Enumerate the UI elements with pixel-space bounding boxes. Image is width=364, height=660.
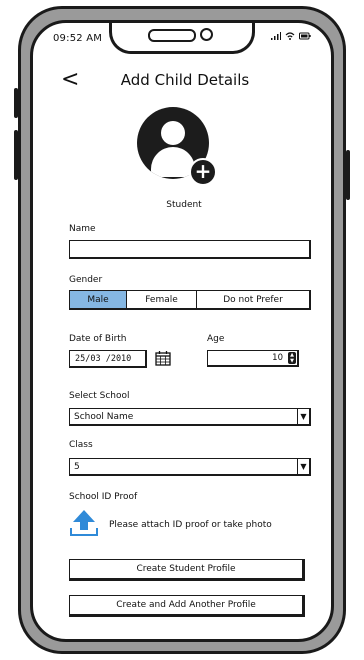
add-photo-icon[interactable]: + <box>189 158 217 186</box>
school-label: Select School <box>69 391 130 401</box>
dob-value: 25/03 /2010 <box>75 353 132 364</box>
age-label: Age <box>207 334 225 344</box>
create-and-add-another-button[interactable]: Create and Add Another Profile <box>69 595 305 617</box>
upload-icon[interactable] <box>69 508 99 538</box>
status-time: 09:52 AM <box>53 33 103 44</box>
side-button-right <box>346 150 350 200</box>
phone-screen: 09:52 AM < Add Child Details + Student N… <box>30 20 334 642</box>
id-proof-label: School ID Proof <box>69 492 138 502</box>
dob-label: Date of Birth <box>69 334 127 344</box>
class-select[interactable]: 5 ▼ <box>69 458 311 476</box>
gender-option-female[interactable]: Female <box>127 290 197 310</box>
speaker <box>148 29 196 42</box>
battery-icon <box>299 32 311 40</box>
wifi-icon <box>285 32 295 40</box>
chevron-down-icon: ▼ <box>297 409 309 424</box>
status-icons <box>271 32 311 40</box>
school-value: School Name <box>74 411 134 422</box>
gender-label: Gender <box>69 275 103 285</box>
notch <box>109 23 255 54</box>
side-button-left-top <box>14 88 18 118</box>
page-title: Add Child Details <box>120 71 250 89</box>
avatar-label: Student <box>166 200 202 210</box>
dob-input[interactable]: 25/03 /2010 <box>69 350 147 368</box>
age-input[interactable]: 10 ▲ ▼ <box>207 350 299 367</box>
id-proof-hint[interactable]: Please attach ID proof or take photo <box>109 520 272 530</box>
calendar-icon[interactable] <box>155 350 171 366</box>
class-value: 5 <box>74 461 80 472</box>
side-button-left-bottom <box>14 130 18 180</box>
class-label: Class <box>69 440 93 450</box>
camera <box>200 28 213 41</box>
chevron-down-icon: ▼ <box>297 459 309 474</box>
gender-option-male[interactable]: Male <box>69 290 127 310</box>
avatar-head <box>161 121 185 145</box>
name-input[interactable] <box>69 240 311 259</box>
create-student-profile-button[interactable]: Create Student Profile <box>69 559 305 581</box>
school-select[interactable]: School Name ▼ <box>69 408 311 426</box>
age-stepper[interactable]: ▲ ▼ <box>288 352 296 364</box>
gender-option-do-not-prefer[interactable]: Do not Prefer <box>197 290 311 310</box>
signal-icon <box>271 32 281 40</box>
name-label: Name <box>69 224 96 234</box>
